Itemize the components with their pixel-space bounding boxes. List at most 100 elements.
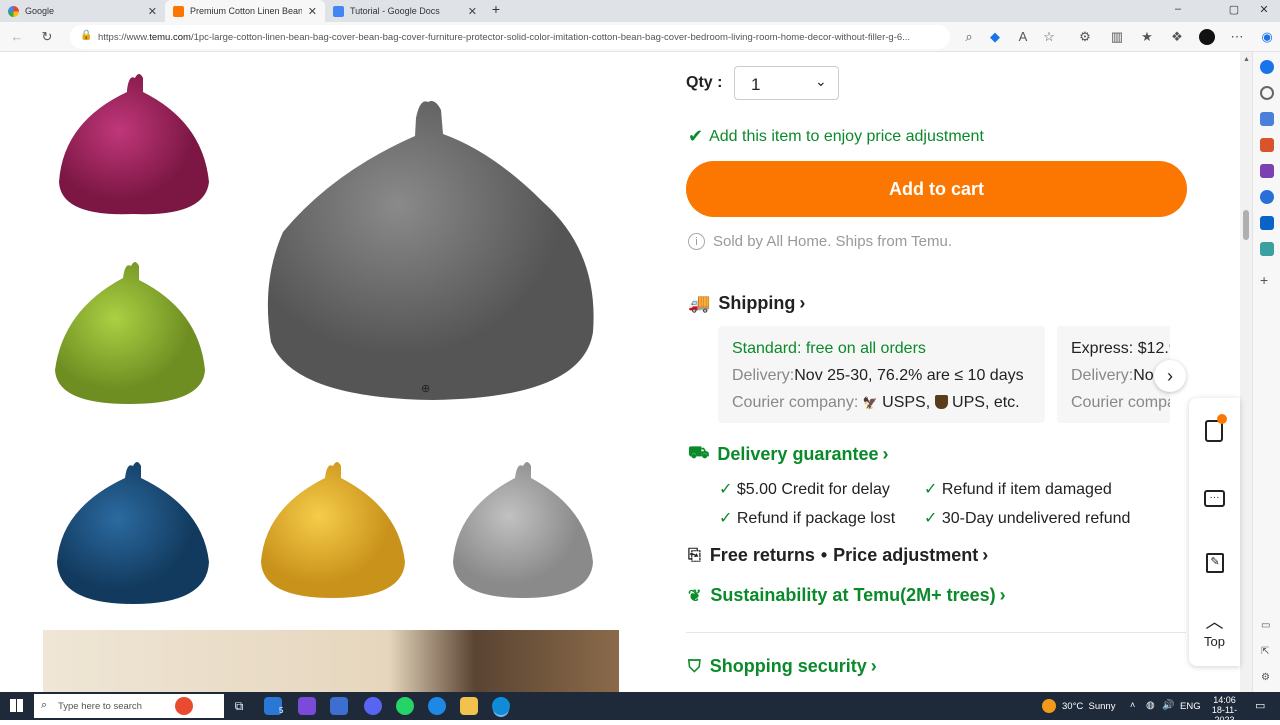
browser-app-icon[interactable] bbox=[428, 697, 446, 715]
sustainability-heading[interactable]: ❦ Sustainability at Temu(2M+ trees) › bbox=[688, 585, 1006, 606]
mail-badge: 5 bbox=[279, 706, 284, 715]
volume-icon[interactable]: 🔊 bbox=[1162, 700, 1174, 711]
bean-bag-green[interactable] bbox=[55, 262, 205, 404]
add-icon[interactable]: + bbox=[1260, 272, 1268, 288]
favorite-icon[interactable]: ☆ bbox=[1040, 29, 1058, 45]
chat-icon[interactable]: ··· bbox=[1204, 490, 1225, 507]
tab-bar: Google ✕ Premium Cotton Linen Bean Bag ✕… bbox=[0, 0, 1280, 22]
close-icon[interactable]: ✕ bbox=[468, 5, 477, 18]
address-bar[interactable]: 🔒 https://www. temu.com/1pc-large-cotton-… bbox=[70, 25, 950, 49]
courier-label: Courier company: bbox=[732, 394, 859, 411]
store-icon[interactable] bbox=[330, 697, 348, 715]
maximize-button[interactable]: ▢ bbox=[1224, 3, 1244, 16]
ups-icon bbox=[934, 395, 948, 409]
drop-icon[interactable] bbox=[1260, 242, 1274, 256]
scroll-thumb[interactable] bbox=[1243, 210, 1249, 240]
copilot-icon[interactable]: ◉ bbox=[1258, 29, 1276, 45]
product-gallery[interactable]: ⊕ bbox=[43, 52, 619, 630]
games-icon[interactable] bbox=[1260, 164, 1274, 178]
bean-bag-yellow[interactable] bbox=[261, 462, 405, 598]
shopping-icon[interactable] bbox=[1260, 112, 1274, 126]
collections-icon[interactable]: ❖ bbox=[1168, 29, 1186, 45]
clock[interactable]: 14:06 18-11-2023 bbox=[1202, 695, 1247, 725]
express-courier: Courier compa bbox=[1071, 394, 1170, 411]
search-icon[interactable] bbox=[1260, 86, 1274, 100]
leaf-icon: ❦ bbox=[688, 587, 702, 605]
notification-center-icon[interactable]: ▭ bbox=[1255, 699, 1265, 712]
search-icon: ⌕ bbox=[41, 699, 48, 711]
guarantee-item: ✓ 30-Day undelivered refund bbox=[924, 508, 1130, 528]
tab-temu[interactable]: Premium Cotton Linen Bean Bag ✕ bbox=[165, 0, 325, 22]
language-indicator[interactable]: ENG bbox=[1180, 701, 1201, 712]
edge-icon[interactable] bbox=[492, 697, 510, 715]
bean-bag-magenta[interactable] bbox=[59, 74, 209, 215]
fruit-app-icon[interactable] bbox=[175, 697, 193, 715]
standard-title: Standard: free on all orders bbox=[732, 340, 926, 357]
app-icon[interactable] bbox=[298, 697, 316, 715]
microsoft365-icon[interactable] bbox=[1260, 190, 1274, 204]
shipping-heading[interactable]: 🚚 Shipping › bbox=[688, 293, 805, 314]
back-icon[interactable]: ← bbox=[8, 29, 26, 44]
search-placeholder: Type here to search bbox=[58, 700, 142, 712]
scroll-up-icon[interactable]: ▲ bbox=[1243, 56, 1250, 63]
discord-icon[interactable] bbox=[364, 697, 382, 715]
task-view-icon[interactable]: ⧉ bbox=[230, 697, 248, 715]
bean-bag-gray-main[interactable] bbox=[267, 101, 594, 400]
delivery-guarantee-heading[interactable]: ⛟ Delivery guarantee › bbox=[688, 443, 888, 465]
check-icon: ✓ bbox=[719, 481, 733, 498]
tab-docs[interactable]: Tutorial - Google Docs ✕ bbox=[325, 0, 485, 22]
extensions-icon[interactable]: ⚙ bbox=[1076, 29, 1094, 45]
chevron-right-icon: › bbox=[870, 656, 877, 676]
read-aloud-icon[interactable]: A bbox=[1014, 29, 1032, 44]
minimize-button[interactable]: – bbox=[1168, 3, 1188, 15]
standard-shipping-card[interactable]: Standard: free on all orders Delivery:No… bbox=[718, 326, 1045, 423]
close-icon[interactable]: ✕ bbox=[148, 5, 157, 18]
file-explorer-icon[interactable] bbox=[460, 697, 478, 715]
tab-google[interactable]: Google ✕ bbox=[0, 0, 165, 22]
more-icon[interactable]: ⋯ bbox=[1228, 29, 1246, 45]
tools-icon[interactable] bbox=[1260, 138, 1274, 152]
shipping-next-button[interactable]: › bbox=[1154, 360, 1186, 392]
page-scrollbar[interactable]: ▲ bbox=[1240, 52, 1252, 692]
add-to-cart-button[interactable]: Add to cart bbox=[686, 161, 1187, 217]
taskbar-search[interactable]: ⌕ Type here to search bbox=[34, 694, 224, 718]
zoom-icon[interactable]: ⌕ bbox=[960, 29, 978, 45]
reload-icon[interactable]: ↻ bbox=[38, 29, 56, 45]
express-title: Express: $12.9 bbox=[1071, 340, 1170, 357]
chevron-right-icon: › bbox=[882, 443, 889, 464]
favorites-icon[interactable]: ★ bbox=[1138, 29, 1156, 45]
network-icon[interactable]: ◍ bbox=[1146, 700, 1155, 711]
free-returns-heading[interactable]: ⎘ Free returns • Price adjustment › bbox=[688, 545, 988, 566]
chevron-up-icon[interactable]: ˄ bbox=[1130, 700, 1135, 710]
close-icon[interactable]: ✕ bbox=[308, 5, 317, 18]
sidebar-toggle-icon[interactable]: ▭ bbox=[1261, 620, 1270, 631]
split-screen-icon[interactable]: ▥ bbox=[1108, 29, 1126, 45]
shopping-security-heading[interactable]: ⛉ Shopping security › bbox=[688, 656, 877, 677]
bean-bags-image bbox=[55, 74, 594, 604]
settings-icon[interactable]: ⚙ bbox=[1261, 672, 1270, 683]
url-path: /1pc-large-cotton-linen-bean-bag-cover-b… bbox=[190, 31, 911, 43]
tab-title: Tutorial - Google Docs bbox=[350, 6, 440, 16]
outlook-icon[interactable] bbox=[1260, 216, 1274, 230]
delivery-label: Delivery: bbox=[1071, 367, 1134, 384]
windows-start-icon[interactable] bbox=[10, 699, 23, 712]
notification-icon[interactable] bbox=[1260, 60, 1274, 74]
qty-select[interactable]: 1 ⌄ bbox=[734, 66, 839, 100]
zoom-cursor-icon: ⊕ bbox=[421, 383, 431, 395]
sustainability-text: Sustainability at Temu(2M+ trees) bbox=[710, 585, 996, 605]
bean-bag-gray[interactable] bbox=[453, 462, 593, 598]
whatsapp-icon[interactable] bbox=[396, 697, 414, 715]
close-window-button[interactable]: ✕ bbox=[1254, 3, 1274, 16]
edit-icon[interactable]: ✎ bbox=[1206, 553, 1224, 573]
browser-toolbar: ← ↻ 🔒 https://www. temu.com/1pc-large-cot… bbox=[0, 22, 1280, 52]
profile-avatar[interactable] bbox=[1199, 29, 1215, 45]
back-to-top-button[interactable]: ︿ Top bbox=[1189, 608, 1240, 649]
product-video-thumbnail[interactable] bbox=[43, 630, 619, 692]
bean-bag-blue[interactable] bbox=[57, 462, 209, 604]
weather-text[interactable]: 30°C Sunny bbox=[1062, 701, 1115, 712]
external-icon[interactable]: ⇱ bbox=[1261, 646, 1269, 657]
coupon-icon[interactable]: ◆ bbox=[986, 29, 1004, 45]
chevron-up-icon: ︿ bbox=[1205, 612, 1224, 632]
tab-title: Google bbox=[25, 6, 55, 16]
new-tab-button[interactable]: + bbox=[486, 1, 506, 17]
